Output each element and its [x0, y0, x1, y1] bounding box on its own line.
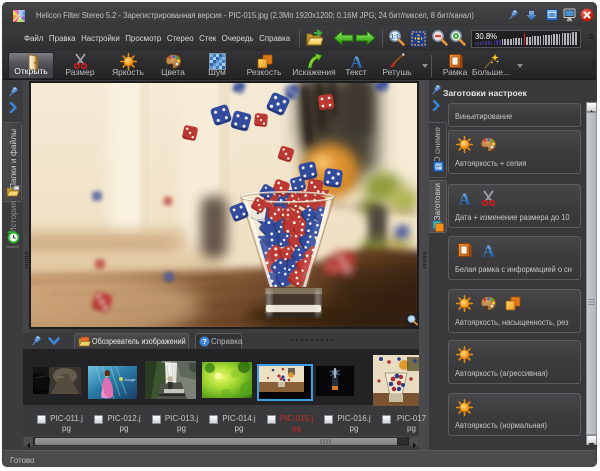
svg-text:Google: Google: [125, 378, 136, 382]
svg-text:?: ?: [202, 337, 207, 346]
svg-text:A: A: [458, 190, 471, 207]
svg-text:A: A: [482, 242, 495, 259]
